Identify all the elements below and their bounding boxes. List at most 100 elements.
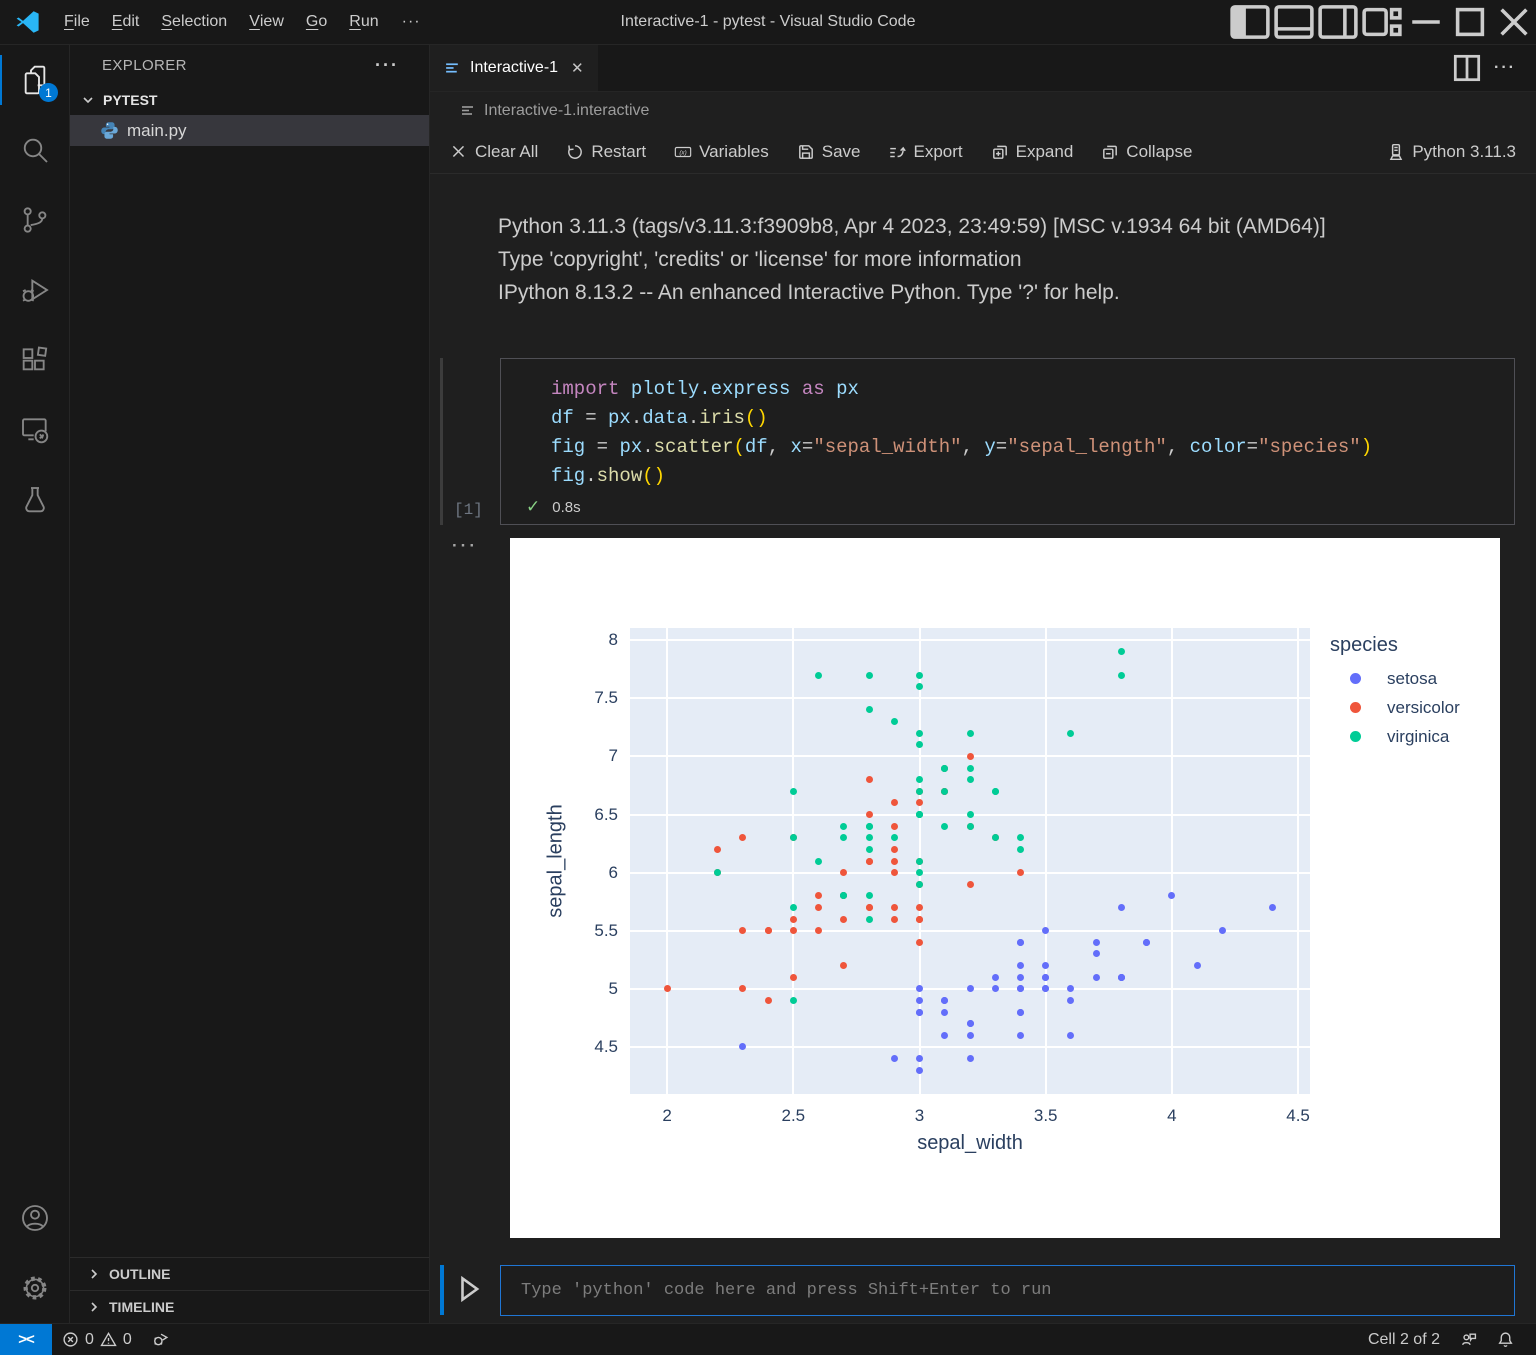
problems-indicator[interactable]: 0 0 — [52, 1324, 142, 1355]
code-editor[interactable]: import plotly.express as px df = px.data.… — [501, 359, 1514, 491]
scatter-point-versicolor — [764, 927, 772, 935]
toggle-sidebar-icon[interactable] — [1228, 0, 1272, 44]
collapse-button[interactable]: Collapse — [1101, 142, 1192, 162]
scatter-point-versicolor — [739, 927, 747, 935]
scatter-point-setosa — [1042, 927, 1050, 935]
plot-area[interactable] — [630, 628, 1310, 1094]
scatter-point-virginica — [789, 996, 797, 1004]
interactive-window-icon — [462, 106, 473, 115]
scatter-point-virginica — [916, 880, 924, 888]
explorer-more-icon[interactable]: ··· — [375, 55, 399, 76]
explorer-sidebar: EXPLORER ··· PYTEST main.py OUTLINE TIME… — [70, 45, 430, 1323]
editor-more-actions-icon[interactable]: ··· — [1488, 45, 1522, 91]
run-input-button[interactable] — [456, 1274, 482, 1309]
scatter-point-virginica — [916, 776, 924, 784]
outline-section[interactable]: OUTLINE — [70, 1257, 429, 1290]
settings-button[interactable] — [0, 1253, 69, 1323]
scatter-point-virginica — [714, 869, 722, 877]
activity-search[interactable] — [0, 115, 69, 185]
timeline-section[interactable]: TIMELINE — [70, 1290, 429, 1323]
menu-item-selection[interactable]: Selection — [150, 0, 238, 44]
clear-all-button[interactable]: Clear All — [450, 142, 538, 162]
tab-close-icon[interactable]: ✕ — [571, 59, 584, 77]
tab-interactive-1[interactable]: Interactive-1 ✕ — [430, 45, 598, 91]
menu-overflow-icon[interactable]: ··· — [390, 13, 433, 31]
activity-source-control[interactable] — [0, 185, 69, 255]
banner-line: IPython 8.13.2 -- An enhanced Interactiv… — [498, 281, 1120, 304]
plotly-figure: sepal_width sepal_length species setosa v… — [510, 538, 1500, 1238]
legend-entry-versicolor[interactable]: versicolor — [1330, 693, 1460, 722]
toggle-secondary-sidebar-icon[interactable] — [1316, 0, 1360, 44]
vscode-logo-icon — [16, 11, 39, 33]
variables-button[interactable]: (x) Variables — [674, 142, 769, 162]
scatter-point-virginica — [890, 718, 898, 725]
execution-count: [1] — [454, 501, 483, 519]
expand-button[interactable]: Expand — [991, 142, 1073, 162]
scatter-point-virginica — [1016, 845, 1024, 853]
code-line: df = px.data.iris() — [551, 407, 768, 429]
banner-line: Python 3.11.3 (tags/v3.11.3:f3909b8, Apr… — [498, 215, 1326, 238]
notifications-button[interactable] — [1487, 1324, 1524, 1355]
file-row-mainpy[interactable]: main.py — [70, 115, 429, 146]
error-icon — [63, 1332, 78, 1347]
close-button[interactable] — [1492, 0, 1536, 44]
activity-extensions[interactable] — [0, 325, 69, 395]
interactive-window-icon — [446, 62, 458, 73]
scatter-point-setosa — [1067, 985, 1075, 993]
minimize-button[interactable] — [1404, 0, 1448, 44]
activity-explorer[interactable]: 1 — [0, 45, 69, 115]
code-cell[interactable]: import plotly.express as px df = px.data.… — [500, 358, 1515, 525]
scatter-point-virginica — [991, 787, 999, 795]
kernel-picker[interactable]: Python 3.11.3 — [1387, 142, 1516, 162]
breadcrumb[interactable]: Interactive-1.interactive — [430, 92, 1536, 130]
export-button[interactable]: Export — [888, 142, 963, 162]
activity-remote-explorer[interactable] — [0, 395, 69, 465]
menu-item-file[interactable]: File — [53, 0, 101, 44]
customize-layout-icon[interactable] — [1360, 0, 1404, 44]
svg-text:(x): (x) — [679, 149, 686, 156]
scatter-point-versicolor — [916, 903, 924, 911]
menu-bar: File Edit Selection View Go Run — [53, 0, 390, 44]
scatter-point-setosa — [1016, 985, 1024, 993]
activity-run-debug[interactable] — [0, 255, 69, 325]
maximize-button[interactable] — [1448, 0, 1492, 44]
account-button[interactable] — [0, 1183, 69, 1253]
cell-drag-bar[interactable] — [440, 358, 443, 525]
scatter-point-setosa — [1042, 985, 1050, 993]
remote-indicator[interactable]: >< — [0, 1324, 52, 1355]
legend-entry-setosa[interactable]: setosa — [1330, 664, 1460, 693]
scatter-point-virginica — [1117, 671, 1125, 679]
scatter-point-versicolor — [1016, 869, 1024, 877]
y-axis-title: sepal_length — [544, 804, 567, 918]
gridline — [630, 697, 1310, 700]
scatter-point-versicolor — [815, 927, 823, 935]
code-input[interactable] — [501, 1281, 1514, 1300]
folder-row-pytest[interactable]: PYTEST — [70, 85, 429, 115]
execution-duration: 0.8s — [552, 498, 581, 516]
scatter-point-setosa — [1092, 938, 1100, 946]
toggle-panel-icon[interactable] — [1272, 0, 1316, 44]
testing-flask-icon — [24, 487, 45, 513]
feedback-button[interactable] — [1450, 1324, 1487, 1355]
cell-more-actions-icon[interactable]: ··· — [452, 536, 478, 556]
menu-item-go[interactable]: Go — [295, 0, 338, 44]
legend-entry-virginica[interactable]: virginica — [1330, 722, 1460, 751]
tab-label: Interactive-1 — [470, 59, 559, 76]
scatter-point-setosa — [916, 985, 924, 993]
save-button[interactable]: Save — [797, 142, 860, 162]
gridline — [630, 639, 1310, 642]
scatter-point-versicolor — [789, 927, 797, 935]
scatter-point-setosa — [966, 1031, 974, 1039]
kernel-label: Python 3.11.3 — [1412, 141, 1516, 161]
gear-icon — [23, 1276, 46, 1300]
y-tick-label: 6.5 — [594, 804, 618, 824]
activity-testing[interactable] — [0, 465, 69, 535]
menu-item-view[interactable]: View — [238, 0, 295, 44]
cell-indicator[interactable]: Cell 2 of 2 — [1358, 1324, 1450, 1355]
split-editor-icon[interactable] — [1450, 45, 1484, 91]
menu-item-run[interactable]: Run — [338, 0, 389, 44]
scatter-point-versicolor — [663, 985, 671, 993]
debug-launch-indicator[interactable] — [142, 1324, 179, 1355]
restart-button[interactable]: Restart — [566, 142, 646, 162]
menu-item-edit[interactable]: Edit — [101, 0, 151, 44]
